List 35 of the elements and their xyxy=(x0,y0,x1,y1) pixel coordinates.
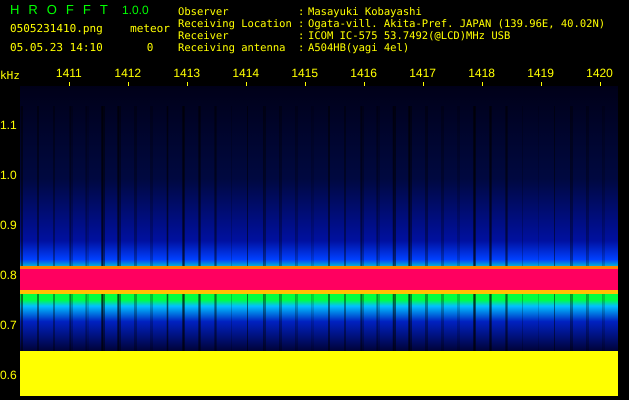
frequency-label: 1418 xyxy=(452,66,512,86)
info-label: Receiving antenna xyxy=(178,42,286,54)
frequency-label: 1415 xyxy=(275,66,334,86)
info-label: Receiver xyxy=(178,30,230,42)
info-separator: : xyxy=(298,30,306,42)
axis-label: 0.8 xyxy=(0,267,18,284)
axis-label: 1.1 xyxy=(0,117,18,134)
meteor-count: 0 xyxy=(146,40,154,54)
axis-label: 0.6 xyxy=(0,367,18,384)
timestamp: 05.05.23 14:10 xyxy=(10,40,104,54)
file-name: 0505231410.png xyxy=(10,22,104,34)
info-separator: : xyxy=(298,42,306,54)
info-separator: : xyxy=(298,6,306,18)
frequency-label: 1417 xyxy=(393,66,452,86)
axis-label: 1.0 xyxy=(0,167,18,184)
frequency-label: 1412 xyxy=(98,66,158,86)
frequency-label: 1420 xyxy=(570,66,629,86)
axis-label: 0.9 xyxy=(0,217,18,234)
info-label: Receiving Location xyxy=(178,18,293,30)
version-label: 1.0.0 xyxy=(122,3,150,17)
info-value: ICOM IC-575 53.7492(@LCD)MHz USB xyxy=(308,30,512,42)
axis-unit: kHz xyxy=(0,69,21,84)
axis-label: 0.7 xyxy=(0,317,18,334)
info-value: Ogata-vill. Akita-Pref. JAPAN (139.96E, 40.02N) xyxy=(308,18,606,30)
frequency-label: 1419 xyxy=(511,66,570,86)
meteor-label: meteor xyxy=(129,22,171,34)
frequency-label: 1416 xyxy=(334,66,394,86)
frequency-label: 1413 xyxy=(157,66,216,86)
app-logo: H R O F F T xyxy=(10,2,108,18)
info-value: A504HB(yagi 4el) xyxy=(308,42,410,54)
info-label: Observer xyxy=(178,6,230,18)
frequency-label: 1411 xyxy=(39,66,98,86)
info-separator: : xyxy=(298,18,306,30)
frequency-label: 1414 xyxy=(216,66,276,86)
info-value: Masayuki Kobayashi xyxy=(308,6,423,18)
